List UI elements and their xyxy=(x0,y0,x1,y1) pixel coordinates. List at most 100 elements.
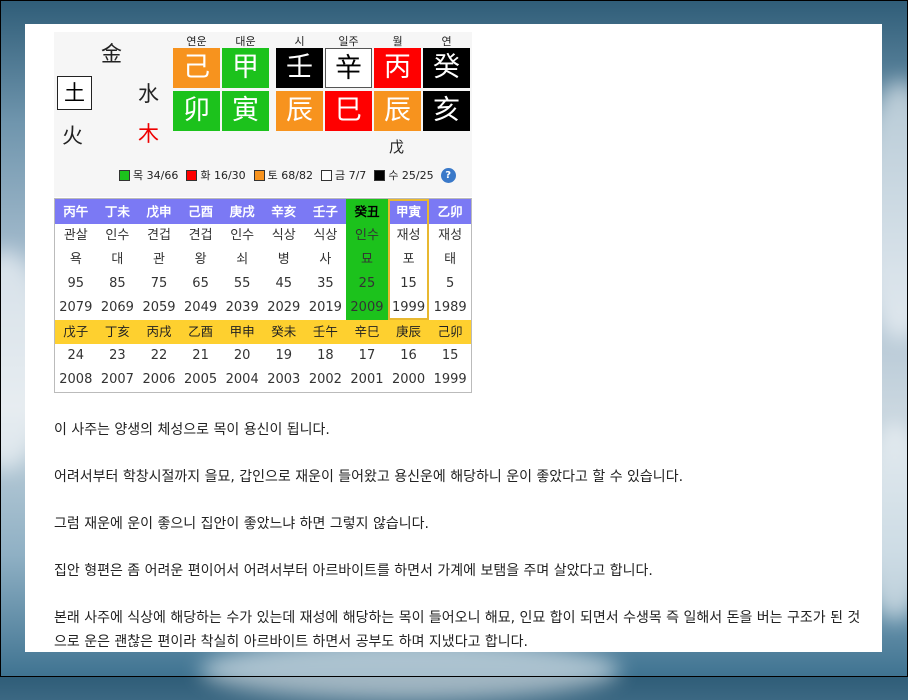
daeun-year-cell: 2029 xyxy=(267,300,301,315)
yeonun-age-cell: 21 xyxy=(192,348,209,363)
yeonun-age-cell: 18 xyxy=(317,348,334,363)
yeonun-age-cell: 15 xyxy=(441,348,459,363)
paragraph-3: 그럼 재운에 운이 좋으니 집안이 좋았느냐 하면 그렇지 않습니다. xyxy=(54,516,429,532)
paragraph-5: 본래 사주에 식상에 해당하는 수가 있는데 재성에 해당하는 목이 들어오니 … xyxy=(54,610,861,650)
daeun-years-row: 2079 2069 2059 2049 2039 2029 2019 2009 1999 1989 xyxy=(55,296,471,320)
daeun-age-cell: 75 xyxy=(150,276,168,291)
column-header-daeun: 대운 xyxy=(235,35,256,48)
daeun-pillars-row: 丙午 丁未 戊申 己酉 庚戌 辛亥 壬子 癸丑 甲寅 乙卯 xyxy=(55,199,471,224)
yeonun-ages-row: 24 23 22 21 20 19 18 17 16 15 xyxy=(55,344,471,368)
daeun-year-cell: 2079 xyxy=(59,300,93,315)
daeun-stage-row: 욕 대 관 왕 쇠 병 사묘포태 xyxy=(55,248,471,272)
yeonun-year-cell: 1999 xyxy=(433,372,467,387)
yeonun-pillar-cell[interactable]: 癸未 xyxy=(262,320,305,344)
daeun-sipsin-cell: 재성 xyxy=(388,224,430,248)
daeun-age-cell: 45 xyxy=(275,276,293,291)
daeun-pillar-cell[interactable]: 庚戌 xyxy=(221,199,263,224)
page-content: 土 火 金 水 木 연운 대운 시 일주 월 연 己 甲 壬 辛 丙 癸 卯 寅… xyxy=(25,24,882,652)
yeonun-pillar-cell[interactable]: 壬午 xyxy=(304,320,347,344)
daeun-pillar-cell[interactable]: 丁未 xyxy=(96,199,139,224)
post-body: 土 火 金 水 木 연운 대운 시 일주 월 연 己 甲 壬 辛 丙 癸 卯 寅… xyxy=(54,32,874,650)
daeun-pillar-cell[interactable]: 辛亥 xyxy=(262,199,305,224)
daeun-year-cell: 1999 xyxy=(388,296,430,320)
daeun-sipsin-cell: 재성 xyxy=(438,228,463,243)
yeonun-age-cell: 24 xyxy=(67,348,85,363)
yeonun-stem: 己 xyxy=(173,48,220,88)
daeun-sipsin-cell: 관살 xyxy=(63,228,88,243)
daeun-age-cell: 25 xyxy=(346,272,388,296)
question-icon[interactable]: ? xyxy=(440,167,456,183)
daeun-year-cell: 2049 xyxy=(184,300,218,315)
element-legend: 목 34/66 화 16/30 토 68/82 금 7/7 수 25/25 ? xyxy=(114,167,456,183)
daeun-ages-row: 95 85 75 65 55 45 35 25 15 5 xyxy=(55,272,471,296)
daeun-pillar-cell[interactable]: 壬子 xyxy=(304,199,347,224)
month-stem: 丙 xyxy=(374,48,421,88)
legend-earth: 토 68/82 xyxy=(267,169,313,182)
paragraph-1: 이 사주는 양생의 체성으로 목이 용신이 됩니다. xyxy=(54,422,330,438)
daeun-stage-cell: 병 xyxy=(277,252,290,267)
daeun-age-cell: 95 xyxy=(67,276,85,291)
daeun-age-cell: 65 xyxy=(192,276,209,291)
daeun-pillar-cell[interactable]: 戊申 xyxy=(138,199,180,224)
yeonun-year-cell: 2003 xyxy=(267,372,301,387)
yeonun-pillar-cell[interactable]: 乙酉 xyxy=(179,320,222,344)
daeun-stage-cell: 왕 xyxy=(194,252,207,267)
daeun-branch: 寅 xyxy=(222,91,269,131)
year-stem: 癸 xyxy=(423,48,470,88)
yeonun-pillars-row: 戊子 丁亥 丙戌 乙酉 甲申 癸未 壬午 辛巳 庚辰 己卯 xyxy=(55,320,471,344)
daeun-sipsin-cell: 인수 xyxy=(346,224,388,248)
element-earth: 土 xyxy=(57,76,92,110)
daeun-pillar-cell[interactable]: 丙午 xyxy=(55,199,97,224)
daeun-stage-cell: 사 xyxy=(319,252,332,267)
daeun-stem: 甲 xyxy=(222,48,269,88)
yeonun-year-cell: 2001 xyxy=(350,372,384,387)
yeonun-pillar-cell[interactable]: 己卯 xyxy=(429,320,471,344)
legend-water: 수 25/25 xyxy=(388,169,434,182)
saju-chart: 土 火 金 水 木 연운 대운 시 일주 월 연 己 甲 壬 辛 丙 癸 卯 寅… xyxy=(54,32,472,393)
daeun-year-cell: 2069 xyxy=(100,300,134,315)
daeun-stage-cell: 묘 xyxy=(346,248,388,272)
legend-metal: 금 7/7 xyxy=(334,169,367,182)
yeonun-age-cell: 17 xyxy=(358,348,376,363)
legend-swatch-metal xyxy=(320,169,332,181)
daeun-pillar-cell[interactable]: 甲寅 xyxy=(387,199,430,224)
yeonun-pillar-cell[interactable]: 丁亥 xyxy=(96,320,139,344)
daeun-sipsin-cell: 견겁 xyxy=(188,228,213,243)
yeonun-pillar-cell[interactable]: 丙戌 xyxy=(138,320,180,344)
daeun-year-cell: 2009 xyxy=(346,296,388,320)
yeonun-year-cell: 2007 xyxy=(100,372,134,387)
yeonun-branch: 卯 xyxy=(173,91,220,131)
daeun-age-cell: 5 xyxy=(446,276,455,291)
yeonun-age-cell: 19 xyxy=(275,348,293,363)
daeun-year-cell: 2039 xyxy=(225,300,259,315)
legend-swatch-water xyxy=(374,169,386,181)
yeonun-pillar-cell[interactable]: 庚辰 xyxy=(387,320,430,344)
daeun-age-cell: 15 xyxy=(388,272,430,296)
daeun-pillar-cell[interactable]: 癸丑 xyxy=(346,199,388,224)
yeonun-year-cell: 2004 xyxy=(225,372,259,387)
daeun-age-cell: 35 xyxy=(317,276,334,291)
yeonun-pillar-cell[interactable]: 辛巳 xyxy=(346,320,388,344)
yeonun-year-cell: 2006 xyxy=(142,372,176,387)
day-stem: 辛 xyxy=(325,48,372,88)
hour-branch: 辰 xyxy=(276,91,323,131)
yeonun-pillar-cell[interactable]: 戊子 xyxy=(55,320,97,344)
legend-swatch-wood xyxy=(119,169,130,181)
hour-stem: 壬 xyxy=(276,48,323,88)
yeonun-year-cell: 2005 xyxy=(184,372,218,387)
daeun-pillar-cell[interactable]: 乙卯 xyxy=(429,199,471,224)
element-wood: 木 xyxy=(138,122,159,146)
yeonun-year-cell: 2000 xyxy=(392,372,426,387)
yeonun-age-cell: 23 xyxy=(109,348,126,363)
yeonun-age-cell: 20 xyxy=(233,348,251,363)
daeun-sipsin-cell: 인수 xyxy=(230,228,255,243)
daeun-stage-cell: 태 xyxy=(444,252,457,267)
element-water: 水 xyxy=(138,82,159,106)
column-header-hour: 시 xyxy=(294,35,305,48)
day-branch: 巳 xyxy=(325,91,372,131)
column-header-day: 일주 xyxy=(338,35,359,48)
daeun-pillar-cell[interactable]: 己酉 xyxy=(179,199,222,224)
yeonun-pillar-cell[interactable]: 甲申 xyxy=(221,320,263,344)
daeun-year-cell: 2019 xyxy=(308,300,342,315)
yeonun-years-row: 2008 2007 2006 2005 2004 2003 2002 2001 2000 1999 xyxy=(55,368,471,392)
